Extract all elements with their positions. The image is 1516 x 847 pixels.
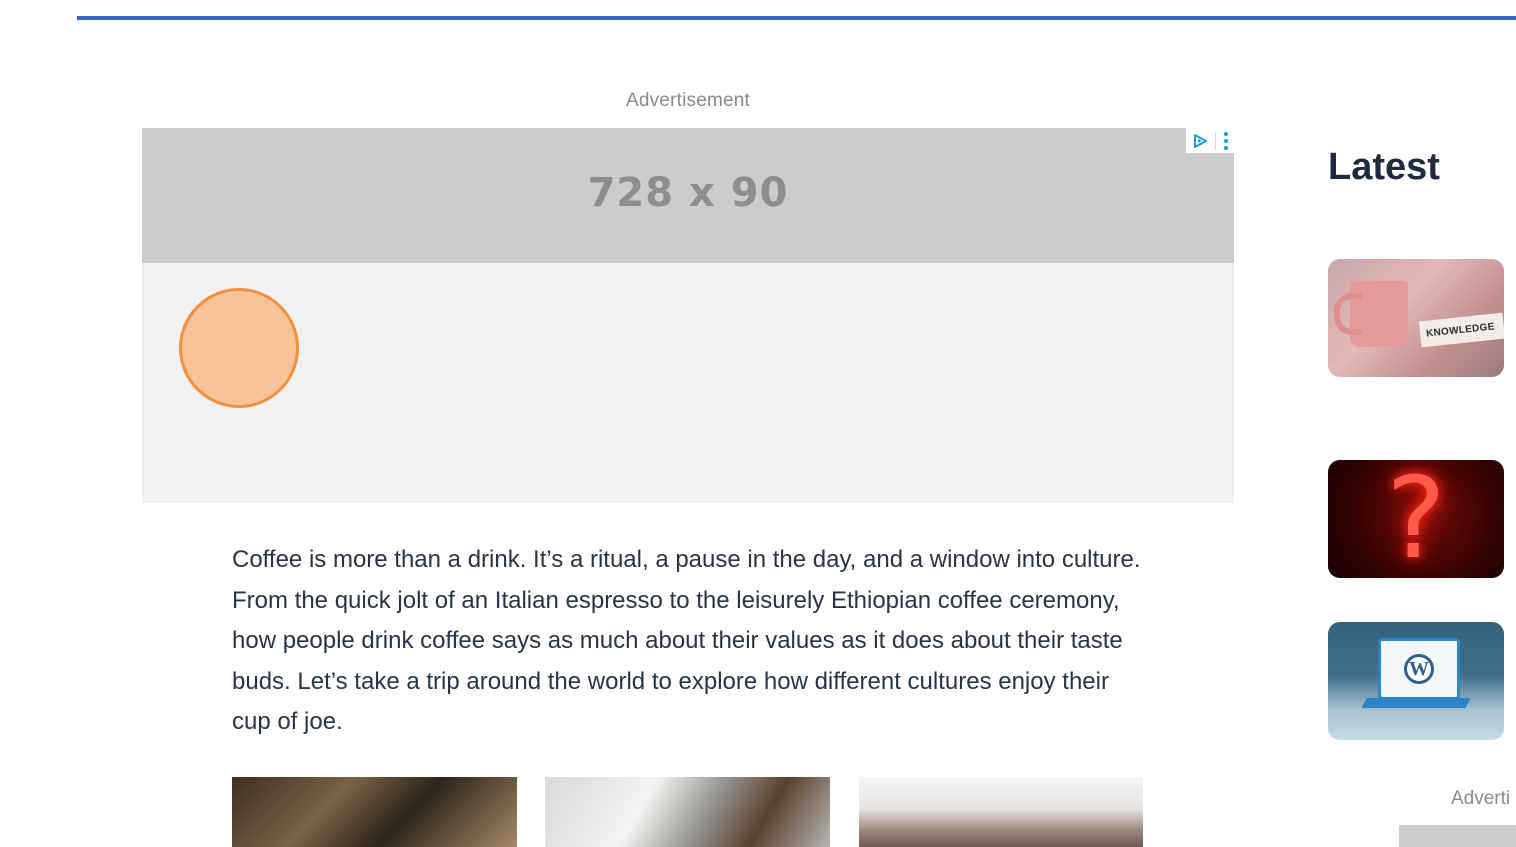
article-image-1[interactable] <box>232 777 517 847</box>
mug-handle <box>1334 293 1362 335</box>
latest-post-thumbnail-2[interactable]: ? <box>1328 460 1504 578</box>
article-image-3[interactable] <box>859 777 1143 847</box>
question-mark-icon: ? <box>1386 460 1446 578</box>
laptop-base <box>1361 698 1471 708</box>
article-paragraph: Coffee is more than a drink. It’s a ritu… <box>232 546 1141 735</box>
ad-menu-dots-icon[interactable] <box>1222 131 1230 150</box>
ad-choices-divider <box>1214 131 1216 150</box>
sidebar-title: Latest <box>1328 146 1440 188</box>
wordpress-logo-icon: W <box>1404 654 1434 684</box>
ad-size-placeholder: 728 x 90 <box>587 170 789 216</box>
page: Advertisement 728 x 90 Coffee is more th… <box>0 0 1516 847</box>
sidebar-ad-label: Adverti <box>1451 788 1511 809</box>
header-divider <box>77 16 1516 20</box>
ad-container[interactable]: 728 x 90 <box>142 128 1234 503</box>
latest-post-thumbnail-3[interactable]: W <box>1328 622 1504 740</box>
ad-banner[interactable]: 728 x 90 <box>142 128 1234 263</box>
laptop-icon: W <box>1378 638 1460 700</box>
sidebar-ad-container[interactable] <box>1399 825 1516 847</box>
ad-choices-icon[interactable] <box>1192 133 1208 149</box>
ad-choices-controls[interactable] <box>1186 128 1234 153</box>
latest-post-thumbnail-1[interactable]: KNOWLEDGE <box>1328 259 1504 377</box>
ad-label: Advertisement <box>625 90 751 111</box>
click-indicator <box>179 288 299 408</box>
article-image-2[interactable] <box>545 777 830 847</box>
